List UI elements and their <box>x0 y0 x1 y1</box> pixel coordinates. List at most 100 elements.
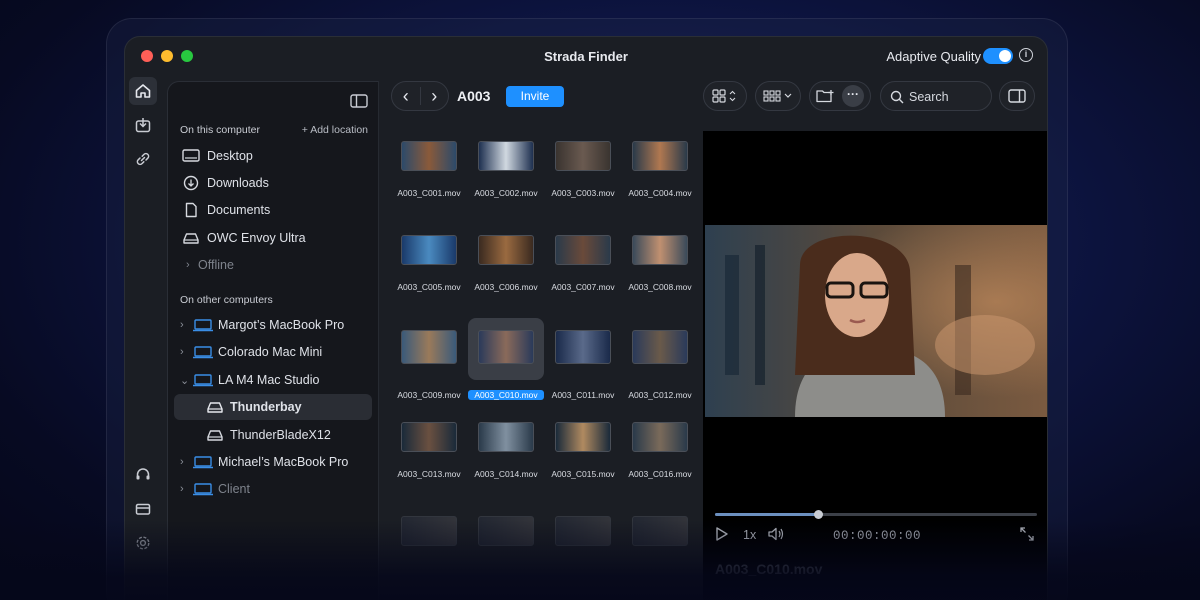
laptop-icon <box>193 483 213 496</box>
info-icon[interactable]: i <box>1019 48 1033 62</box>
invite-button[interactable]: Invite <box>506 86 564 107</box>
links-button[interactable] <box>129 145 157 173</box>
video-thumbnail[interactable] <box>401 516 457 546</box>
forward-button[interactable]: › <box>421 86 449 107</box>
sidebar: On this computer + Add location Desktop … <box>167 81 379 600</box>
file-name-label: A003_C012.mov <box>628 390 692 400</box>
video-frame[interactable] <box>705 225 1047 417</box>
plus-icon: + <box>301 124 311 136</box>
adaptive-quality-toggle[interactable] <box>983 48 1013 64</box>
video-thumbnail[interactable] <box>478 141 534 171</box>
thumbnail-size-icon <box>763 90 792 102</box>
add-location-button[interactable]: + Add location <box>302 124 368 136</box>
sidebar-item-colorado-mini[interactable]: › Colorado Mac Mini <box>174 339 372 365</box>
video-thumbnail[interactable] <box>555 235 611 265</box>
sidebar-item-label: Desktop <box>207 149 253 163</box>
thumbnail-size-button[interactable] <box>755 81 801 111</box>
video-thumbnail[interactable] <box>401 235 457 265</box>
chevron-right-icon: › <box>180 346 184 358</box>
video-thumbnail[interactable] <box>555 422 611 452</box>
settings-button[interactable] <box>129 529 157 557</box>
new-folder-button[interactable] <box>810 89 842 103</box>
sidebar-item-label: Client <box>218 482 250 496</box>
toolbar: ‹ › A003 Invite ··· Search <box>385 81 1045 121</box>
more-options-icon[interactable]: ··· <box>842 85 864 107</box>
folder-actions: ··· <box>809 81 871 111</box>
sidebar-icon <box>350 94 368 108</box>
video-thumbnail[interactable] <box>632 235 688 265</box>
import-icon <box>135 118 151 133</box>
video-thumbnail[interactable] <box>555 330 611 364</box>
sidebar-item-label: Colorado Mac Mini <box>218 345 323 359</box>
support-icon <box>136 468 150 480</box>
video-thumbnail[interactable] <box>555 141 611 171</box>
folder-title: A003 <box>457 88 491 104</box>
file-grid: A003_C001.mov A003_C002.mov A003_C003.mov A… <box>381 131 701 600</box>
video-thumbnail[interactable] <box>401 422 457 452</box>
laptop-icon <box>193 346 213 359</box>
document-icon <box>185 202 197 218</box>
nav-buttons: ‹ › <box>391 81 449 111</box>
play-icon <box>716 527 728 541</box>
volume-button[interactable] <box>767 526 785 545</box>
toggle-sidebar-button[interactable] <box>350 94 368 113</box>
search-placeholder: Search <box>909 90 949 104</box>
expand-icon <box>1020 527 1034 541</box>
desktop-icon <box>182 149 200 162</box>
settings-icon <box>136 536 150 550</box>
video-thumbnail[interactable] <box>632 516 688 546</box>
add-location-label: Add location <box>310 124 368 136</box>
sidebar-item-la-studio[interactable]: ⌄ LA M4 Mac Studio <box>174 367 372 393</box>
sidebar-item-label: LA M4 Mac Studio <box>218 373 320 387</box>
sidebar-item-desktop[interactable]: Desktop <box>174 143 372 169</box>
sidebar-item-documents[interactable]: Documents <box>174 197 372 223</box>
sidebar-item-thunderbay[interactable]: Thunderbay <box>174 394 372 420</box>
grid-view-button[interactable] <box>703 81 747 111</box>
billing-button[interactable] <box>129 495 157 523</box>
sidebar-item-client[interactable]: › Client <box>174 476 372 502</box>
video-thumbnail[interactable] <box>401 141 457 171</box>
import-button[interactable] <box>129 111 157 139</box>
playback-speed-button[interactable]: 1x <box>743 528 756 542</box>
file-name-label: A003_C004.mov <box>628 188 692 198</box>
video-thumbnail[interactable] <box>478 235 534 265</box>
scrubber-handle[interactable] <box>814 510 824 519</box>
grid-view-icon <box>712 89 736 103</box>
sidebar-item-offline[interactable]: › Offline <box>174 252 372 278</box>
sidebar-item-downloads[interactable]: Downloads <box>174 170 372 196</box>
laptop-icon <box>193 319 213 332</box>
title-bar: Strada Finder Adaptive Quality i <box>125 37 1047 75</box>
sidebar-item-margot-macbook[interactable]: › Margot’s MacBook Pro <box>174 312 372 338</box>
video-thumbnail[interactable] <box>632 422 688 452</box>
file-name-label: A003_C010.mov <box>468 390 544 400</box>
video-thumbnail[interactable] <box>401 330 457 364</box>
volume-icon <box>768 527 784 541</box>
play-button[interactable] <box>715 526 729 545</box>
sidebar-item-label: Documents <box>207 203 271 217</box>
playback-scrubber[interactable] <box>715 510 1037 519</box>
file-name-label: A003_C008.mov <box>628 282 692 292</box>
video-thumbnail[interactable] <box>478 330 534 364</box>
drive-icon <box>183 233 199 244</box>
sidebar-item-owc-envoy[interactable]: OWC Envoy Ultra <box>174 225 372 251</box>
sidebar-item-label: ThunderBladeX12 <box>230 428 331 442</box>
search-icon <box>890 90 904 104</box>
sidebar-item-label: Margot’s MacBook Pro <box>218 318 345 332</box>
video-thumbnail[interactable] <box>478 516 534 546</box>
video-thumbnail[interactable] <box>632 141 688 171</box>
video-thumbnail[interactable] <box>555 516 611 546</box>
sidebar-item-michael-macbook[interactable]: › Michael’s MacBook Pro <box>174 449 372 475</box>
video-thumbnail[interactable] <box>478 422 534 452</box>
support-button[interactable] <box>129 461 157 489</box>
search-input[interactable]: Search <box>880 81 992 111</box>
fullscreen-button[interactable] <box>1019 526 1035 545</box>
drive-icon <box>207 402 223 413</box>
file-name-label: A003_C009.mov <box>397 390 461 400</box>
home-button[interactable] <box>129 77 157 105</box>
back-button[interactable]: ‹ <box>392 86 420 107</box>
chevron-right-icon: › <box>180 483 184 495</box>
sidebar-item-thunderblade[interactable]: ThunderBladeX12 <box>174 422 372 448</box>
app-window: Strada Finder Adaptive Quality i On this… <box>124 36 1048 600</box>
video-thumbnail[interactable] <box>632 330 688 364</box>
toggle-inspector-button[interactable] <box>999 81 1035 111</box>
